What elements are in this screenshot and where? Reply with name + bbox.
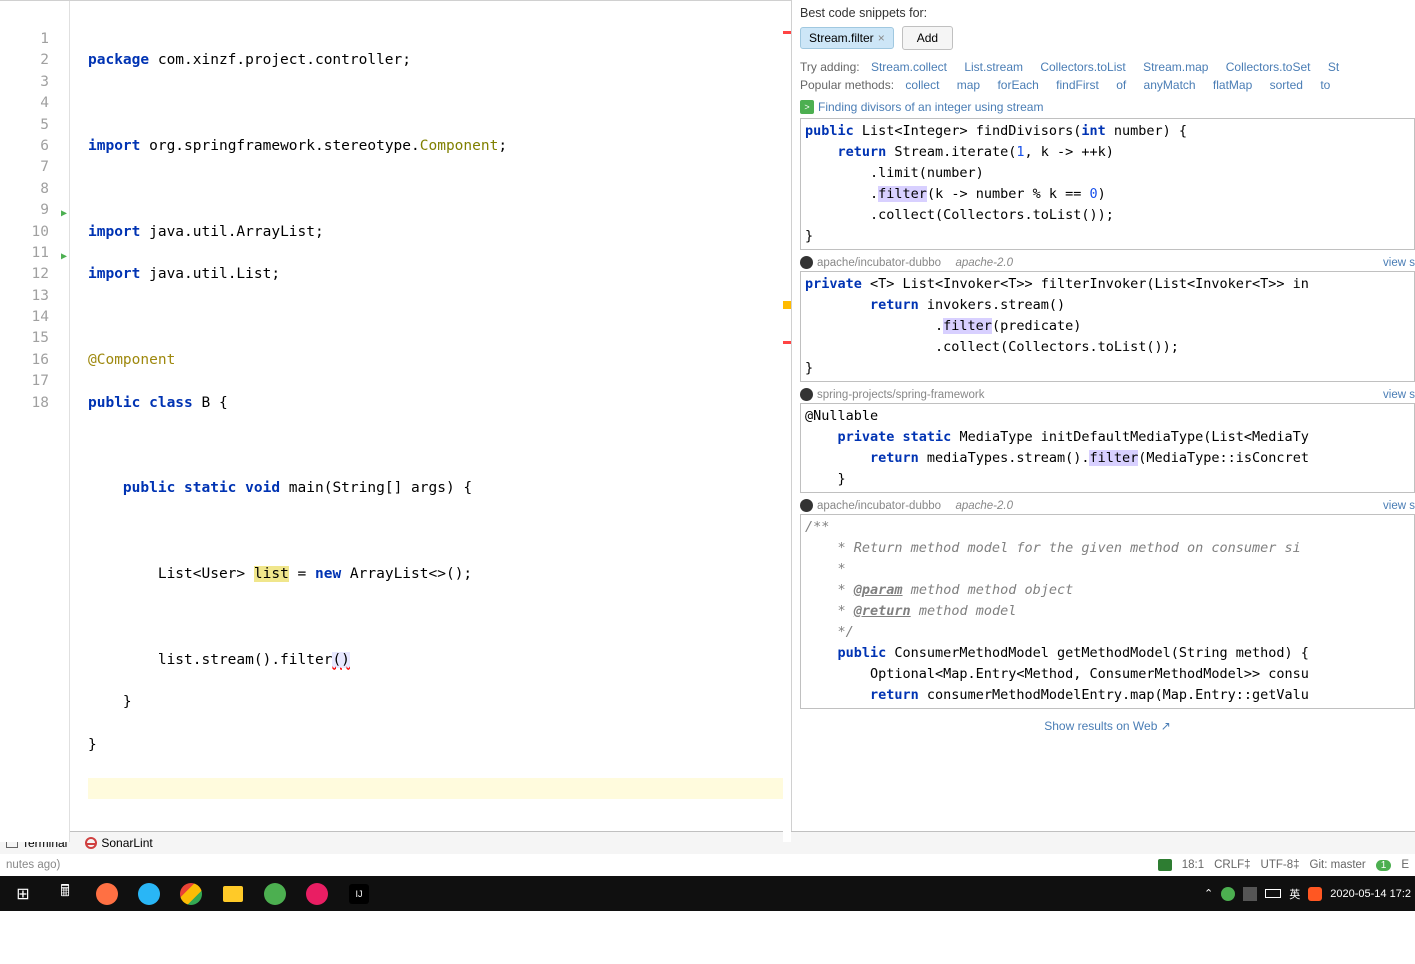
panel-header: Best code snippets for: (800, 6, 1415, 20)
git-branch[interactable]: Git: master (1310, 859, 1366, 871)
snippets-panel: Best code snippets for: Stream.filter× A… (792, 0, 1415, 831)
try-adding-row: Try adding: Stream.collect List.stream C… (800, 60, 1415, 74)
line-gutter: 1 2 3 4 5 6 7 8 9▶ 10 11▶ 12 13 14 15 16… (0, 1, 70, 842)
line-separator[interactable]: CRLF‡ (1214, 859, 1250, 871)
event-log-icon[interactable]: E (1401, 859, 1409, 871)
chrome-icon[interactable] (172, 879, 210, 909)
clock[interactable]: 2020-05-14 17:2 (1330, 888, 1411, 900)
show-results-web-link[interactable]: Show results on Web ↗ (1044, 719, 1171, 733)
github-icon (800, 388, 813, 401)
windows-taskbar: ⊞ 🖩 IJ ⌃ 英 2020-05-14 17:2 (0, 876, 1415, 911)
pop-link[interactable]: of (1116, 78, 1126, 92)
sonarlint-icon (85, 837, 97, 849)
try-link[interactable]: St (1328, 60, 1339, 74)
cursor-position[interactable]: 18:1 (1182, 859, 1204, 871)
filter-chip[interactable]: Stream.filter× (800, 27, 894, 49)
explorer-icon[interactable] (214, 879, 252, 909)
github-icon (800, 499, 813, 512)
snippet-code: public List<Integer> findDivisors(int nu… (800, 118, 1415, 250)
snippet-meta: apache/incubator-dubbo apache-2.0 view s (800, 499, 1415, 512)
view-source-link[interactable]: view s (1383, 500, 1415, 512)
notification-badge[interactable]: 1 (1376, 860, 1392, 871)
console-icon[interactable] (1158, 859, 1172, 871)
app2-icon[interactable] (298, 879, 336, 909)
try-link[interactable]: Stream.collect (871, 60, 947, 74)
try-link[interactable]: Stream.map (1143, 60, 1208, 74)
status-bar: nutes ago) 18:1 CRLF‡ UTF-8‡ Git: master… (0, 854, 1415, 876)
answer-icon: > (800, 100, 814, 114)
editor-pane: 1 2 3 4 5 6 7 8 9▶ 10 11▶ 12 13 14 15 16… (0, 0, 792, 831)
tray-icon[interactable] (1243, 887, 1257, 901)
pop-link[interactable]: sorted (1270, 78, 1303, 92)
pop-link[interactable]: flatMap (1213, 78, 1252, 92)
intellij-icon[interactable]: IJ (340, 879, 378, 909)
tray-up-icon[interactable]: ⌃ (1204, 887, 1213, 900)
snippet-meta: spring-projects/spring-framework view s (800, 388, 1415, 401)
snippet-code: @Nullable private static MediaType initD… (800, 403, 1415, 493)
pop-link[interactable]: anyMatch (1144, 78, 1196, 92)
snippet-code: /** * Return method model for the given … (800, 514, 1415, 709)
calculator-icon[interactable]: 🖩 (46, 879, 84, 909)
snippet-title[interactable]: >Finding divisors of an integer using st… (800, 100, 1415, 114)
edge-icon[interactable] (130, 879, 168, 909)
snippet-code: private <T> List<Invoker<T>> filterInvok… (800, 271, 1415, 382)
code-body[interactable]: package com.xinzf.project.controller; im… (70, 1, 791, 842)
pop-link[interactable]: map (957, 78, 980, 92)
wechat-icon[interactable] (256, 879, 294, 909)
taskview-icon[interactable]: ⊞ (4, 879, 42, 909)
view-source-link[interactable]: view s (1383, 389, 1415, 401)
github-icon (800, 256, 813, 269)
encoding[interactable]: UTF-8‡ (1261, 859, 1300, 871)
try-link[interactable]: Collectors.toList (1040, 60, 1125, 74)
tray-icon[interactable] (1221, 887, 1235, 901)
pop-link[interactable]: to (1320, 78, 1330, 92)
try-link[interactable]: Collectors.toSet (1226, 60, 1311, 74)
try-link[interactable]: List.stream (964, 60, 1023, 74)
ime-indicator[interactable]: 英 (1289, 886, 1300, 902)
status-left: nutes ago) (6, 859, 60, 871)
code-editor[interactable]: 1 2 3 4 5 6 7 8 9▶ 10 11▶ 12 13 14 15 16… (0, 1, 791, 842)
add-button[interactable]: Add (902, 26, 953, 50)
snippet-meta: apache/incubator-dubbo apache-2.0 view s (800, 256, 1415, 269)
view-source-link[interactable]: view s (1383, 257, 1415, 269)
pop-link[interactable]: collect (905, 78, 939, 92)
popular-row: Popular methods: collect map forEach fin… (800, 78, 1415, 92)
pop-link[interactable]: forEach (997, 78, 1038, 92)
chip-close-icon[interactable]: × (878, 31, 885, 45)
battery-icon[interactable] (1265, 889, 1281, 898)
pop-link[interactable]: findFirst (1056, 78, 1099, 92)
sogou-icon[interactable] (1308, 887, 1322, 901)
app-icon[interactable] (88, 879, 126, 909)
